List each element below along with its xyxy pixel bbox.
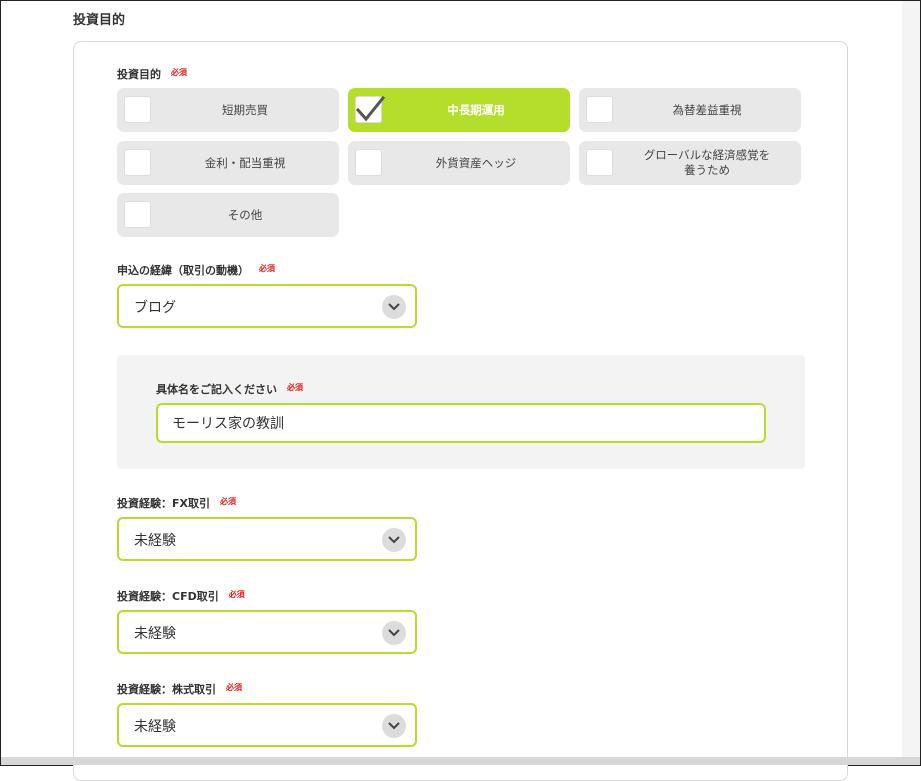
- stock-label-text: 投資経験：株式取引: [117, 683, 216, 696]
- required-badge: 必須: [287, 383, 303, 392]
- stock-experience-select[interactable]: 未経験: [117, 703, 417, 747]
- required-badge: 必須: [226, 683, 242, 692]
- required-badge: 必須: [171, 68, 187, 77]
- purpose-option-other[interactable]: その他: [117, 193, 339, 237]
- option-label: 外貨資産ヘッジ: [435, 155, 517, 170]
- cfd-select-value: 未経験: [134, 626, 176, 642]
- option-label: 短期売買: [222, 102, 268, 117]
- fx-label: 投資経験：FX取引 必須: [117, 495, 236, 511]
- cfd-label: 投資経験：CFD取引 必須: [117, 588, 245, 604]
- chevron-down-icon[interactable]: [382, 528, 406, 552]
- detail-input[interactable]: [156, 403, 766, 443]
- chevron-down-icon[interactable]: [382, 621, 406, 645]
- fx-experience-select[interactable]: 未経験: [117, 517, 417, 561]
- detail-label: 具体名をご記入ください 必須: [156, 381, 303, 397]
- option-label: 為替差益重視: [672, 102, 742, 117]
- checkbox[interactable]: [124, 96, 151, 123]
- purpose-option-fx-gain[interactable]: 為替差益重視: [579, 88, 801, 132]
- motive-label-text: 申込の経緯（取引の動機）: [117, 264, 249, 277]
- motive-label: 申込の経緯（取引の動機） 必須: [117, 262, 275, 278]
- purpose-option-global-economy[interactable]: グローバルな経済感覚を 養うため: [579, 141, 801, 185]
- checkbox[interactable]: [586, 96, 613, 123]
- checkbox[interactable]: [586, 149, 613, 176]
- motive-select[interactable]: ブログ: [117, 284, 417, 328]
- checkbox[interactable]: [124, 201, 151, 228]
- stock-label: 投資経験：株式取引 必須: [117, 681, 242, 697]
- option-label: 中長期運用: [447, 102, 505, 117]
- required-badge: 必須: [220, 497, 236, 506]
- chevron-down-icon[interactable]: [382, 714, 406, 738]
- motive-select-value: ブログ: [134, 300, 176, 316]
- required-badge: 必須: [259, 264, 275, 273]
- purpose-option-interest-dividend[interactable]: 金利・配当重視: [117, 141, 339, 185]
- option-label: その他: [227, 207, 263, 222]
- detail-label-text: 具体名をご記入ください: [156, 383, 277, 396]
- required-badge: 必須: [228, 590, 245, 599]
- bottom-edge: [1, 757, 920, 765]
- page-scroll-gutter: [902, 1, 920, 765]
- purpose-option-mid-long-term[interactable]: 中長期運用: [348, 88, 570, 132]
- checkbox[interactable]: [355, 149, 382, 176]
- checkbox[interactable]: [124, 149, 151, 176]
- fx-label-text: 投資経験：FX取引: [117, 497, 210, 510]
- cfd-label-text: 投資経験：CFD取引: [117, 590, 219, 603]
- purpose-label-text: 投資目的: [117, 68, 161, 81]
- section-title: 投資目的: [73, 13, 126, 28]
- chevron-down-icon[interactable]: [382, 295, 406, 319]
- option-label: グローバルな経済感覚を 養うため: [643, 148, 771, 177]
- cfd-experience-select[interactable]: 未経験: [117, 610, 417, 654]
- purpose-option-foreign-asset-hedge[interactable]: 外貨資産ヘッジ: [348, 141, 570, 185]
- stock-select-value: 未経験: [134, 719, 176, 735]
- fx-select-value: 未経験: [134, 533, 176, 549]
- checkbox[interactable]: [355, 95, 386, 123]
- purpose-label: 投資目的 必須: [117, 66, 187, 82]
- purpose-option-short-term[interactable]: 短期売買: [117, 88, 339, 132]
- option-label: 金利・配当重視: [204, 155, 286, 170]
